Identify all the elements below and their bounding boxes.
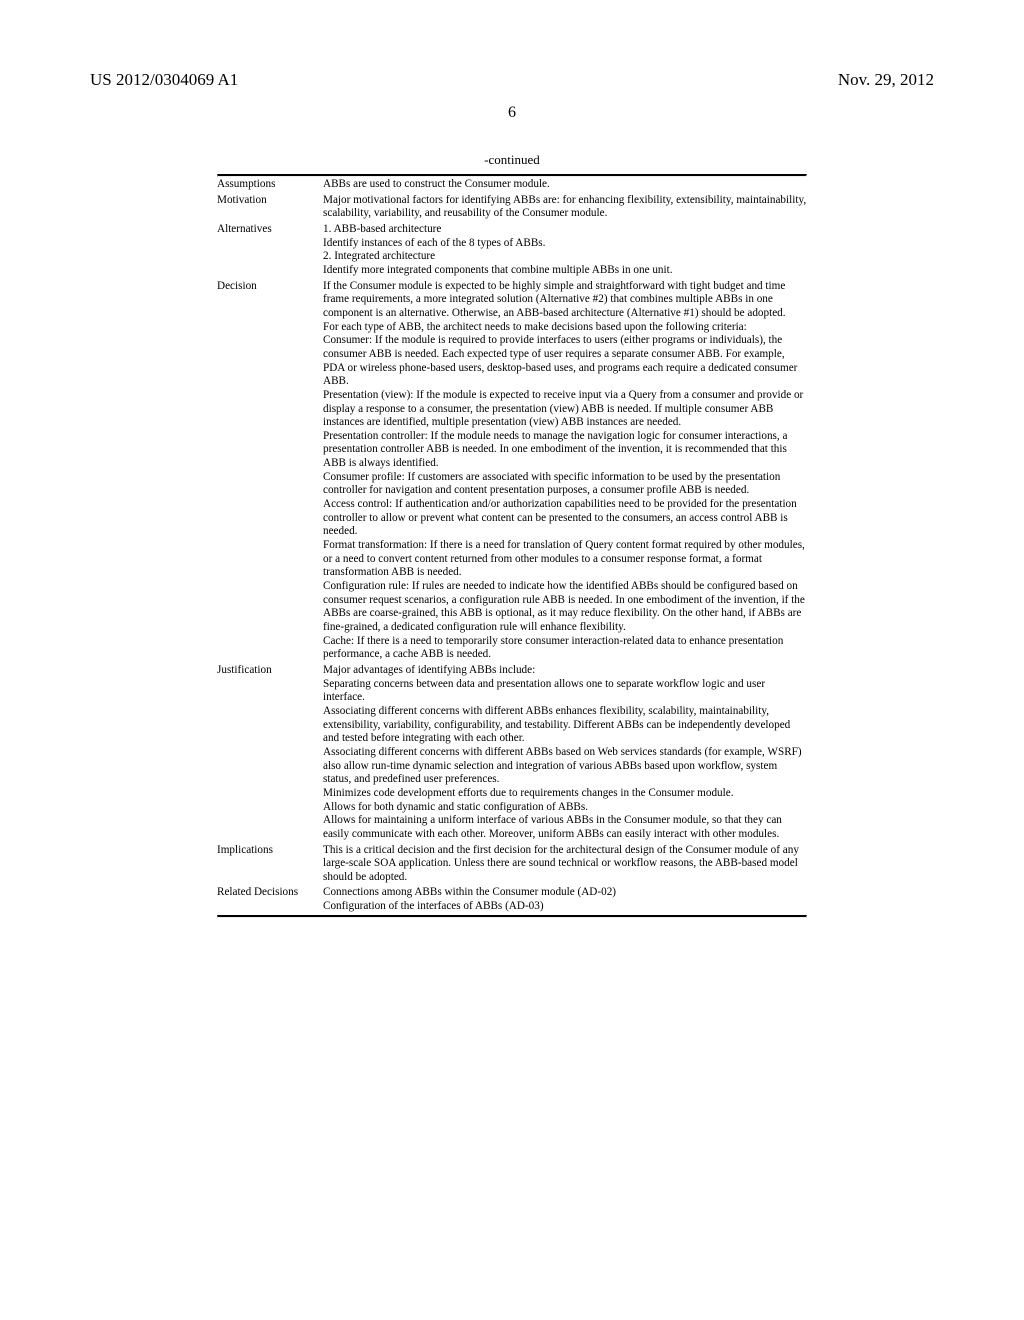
row-label: Justification xyxy=(217,663,323,843)
continued-label: -continued xyxy=(217,152,807,168)
row-label: Decision xyxy=(217,279,323,663)
table-row: DecisionIf the Consumer module is expect… xyxy=(217,279,807,663)
row-value: Major motivational factors for identifyi… xyxy=(323,193,807,222)
row-label: Implications xyxy=(217,843,323,886)
decision-table: -continued AssumptionsABBs are used to c… xyxy=(217,152,807,918)
row-value: 1. ABB-based architectureIdentify instan… xyxy=(323,222,807,279)
table-row: JustificationMajor advantages of identif… xyxy=(217,663,807,843)
row-value: This is a critical decision and the firs… xyxy=(323,843,807,886)
table-row: MotivationMajor motivational factors for… xyxy=(217,193,807,222)
table-row: Alternatives1. ABB-based architectureIde… xyxy=(217,222,807,279)
page-number: 6 xyxy=(90,104,934,122)
row-label: Related Decisions xyxy=(217,885,323,914)
row-value: If the Consumer module is expected to be… xyxy=(323,279,807,663)
row-label: Assumptions xyxy=(217,177,323,193)
table-row: AssumptionsABBs are used to construct th… xyxy=(217,177,807,193)
page-header: US 2012/0304069 A1 Nov. 29, 2012 xyxy=(90,70,934,90)
publication-number: US 2012/0304069 A1 xyxy=(90,70,238,90)
table-row: ImplicationsThis is a critical decision … xyxy=(217,843,807,886)
row-value: Major advantages of identifying ABBs inc… xyxy=(323,663,807,843)
row-value: ABBs are used to construct the Consumer … xyxy=(323,177,807,193)
bottom-rule xyxy=(217,915,807,918)
page: US 2012/0304069 A1 Nov. 29, 2012 6 -cont… xyxy=(0,0,1024,1320)
row-value: Connections among ABBs within the Consum… xyxy=(323,885,807,914)
table-row: Related DecisionsConnections among ABBs … xyxy=(217,885,807,914)
row-label: Alternatives xyxy=(217,222,323,279)
row-label: Motivation xyxy=(217,193,323,222)
decision-table-body: AssumptionsABBs are used to construct th… xyxy=(217,177,807,915)
publication-date: Nov. 29, 2012 xyxy=(838,70,934,90)
